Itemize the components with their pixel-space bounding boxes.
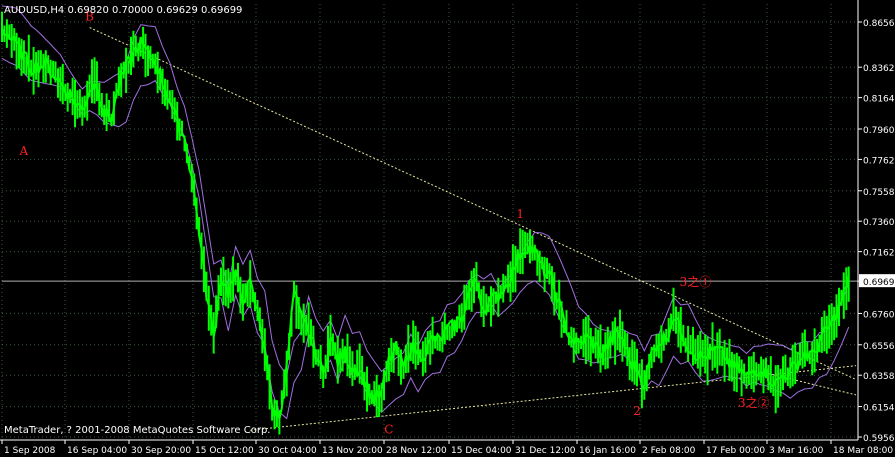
y-tick-label: 0.77620 [863, 156, 895, 166]
x-tick-label: 2 Feb 08:00 [642, 446, 696, 456]
y-tick-label: 0.79600 [863, 126, 895, 136]
x-tick-label: 15 Dec 04:00 [451, 446, 512, 456]
x-tick-label: 15 Oct 12:00 [195, 446, 254, 456]
y-tick-label: 0.83620 [863, 64, 895, 74]
wave-label: 1 [516, 207, 524, 221]
price-chart[interactable]: BA1C23之①3之② 0.865600.836200.816400.79600… [0, 0, 895, 457]
symbol-info: AUDUSD,H4 0.69820 0.70000 0.69629 0.6969… [4, 5, 242, 16]
y-tick-label: 0.75580 [863, 188, 895, 198]
wave-label: A [19, 144, 29, 158]
x-tick-label: 31 Dec 12:00 [515, 446, 576, 456]
wave-label: C [384, 422, 393, 436]
y-tick-label: 0.81640 [863, 95, 895, 105]
y-tick-label: 0.63580 [863, 372, 895, 382]
x-tick-label: 30 Oct 04:00 [258, 446, 317, 456]
wave-label: 2 [633, 404, 641, 418]
chart-background [0, 0, 895, 457]
y-tick-label: 0.86560 [863, 19, 895, 29]
x-tick-label: 28 Nov 12:00 [386, 446, 447, 456]
y-tick-label: 0.67600 [863, 310, 895, 320]
x-tick-label: 13 Nov 20:00 [322, 446, 383, 456]
y-tick-label: 0.71620 [863, 249, 895, 259]
x-tick-label: 30 Sep 20:00 [131, 446, 191, 456]
wave-label: 3之① [680, 275, 712, 289]
x-tick-label: 17 Feb 00:00 [706, 446, 765, 456]
y-tick-label: 0.59560 [863, 434, 895, 444]
x-tick-label: 16 Jan 16:00 [579, 446, 636, 456]
x-tick-label: 16 Sep 04:00 [67, 446, 127, 456]
wave-label: 3之② [738, 396, 770, 410]
copyright-watermark: MetaTrader, ? 2001-2008 MetaQuotes Softw… [4, 425, 270, 436]
x-tick-label: 3 Mar 16:00 [769, 446, 824, 456]
x-tick-label: 1 Sep 2008 [4, 446, 56, 456]
y-tick-label: 0.61540 [863, 404, 895, 414]
x-tick-label: 18 Mar 08:00 [833, 446, 893, 456]
y-tick-label: 0.73600 [863, 218, 895, 228]
current-price-label: 0.69699 [863, 278, 895, 288]
y-tick-label: 0.65560 [863, 342, 895, 352]
